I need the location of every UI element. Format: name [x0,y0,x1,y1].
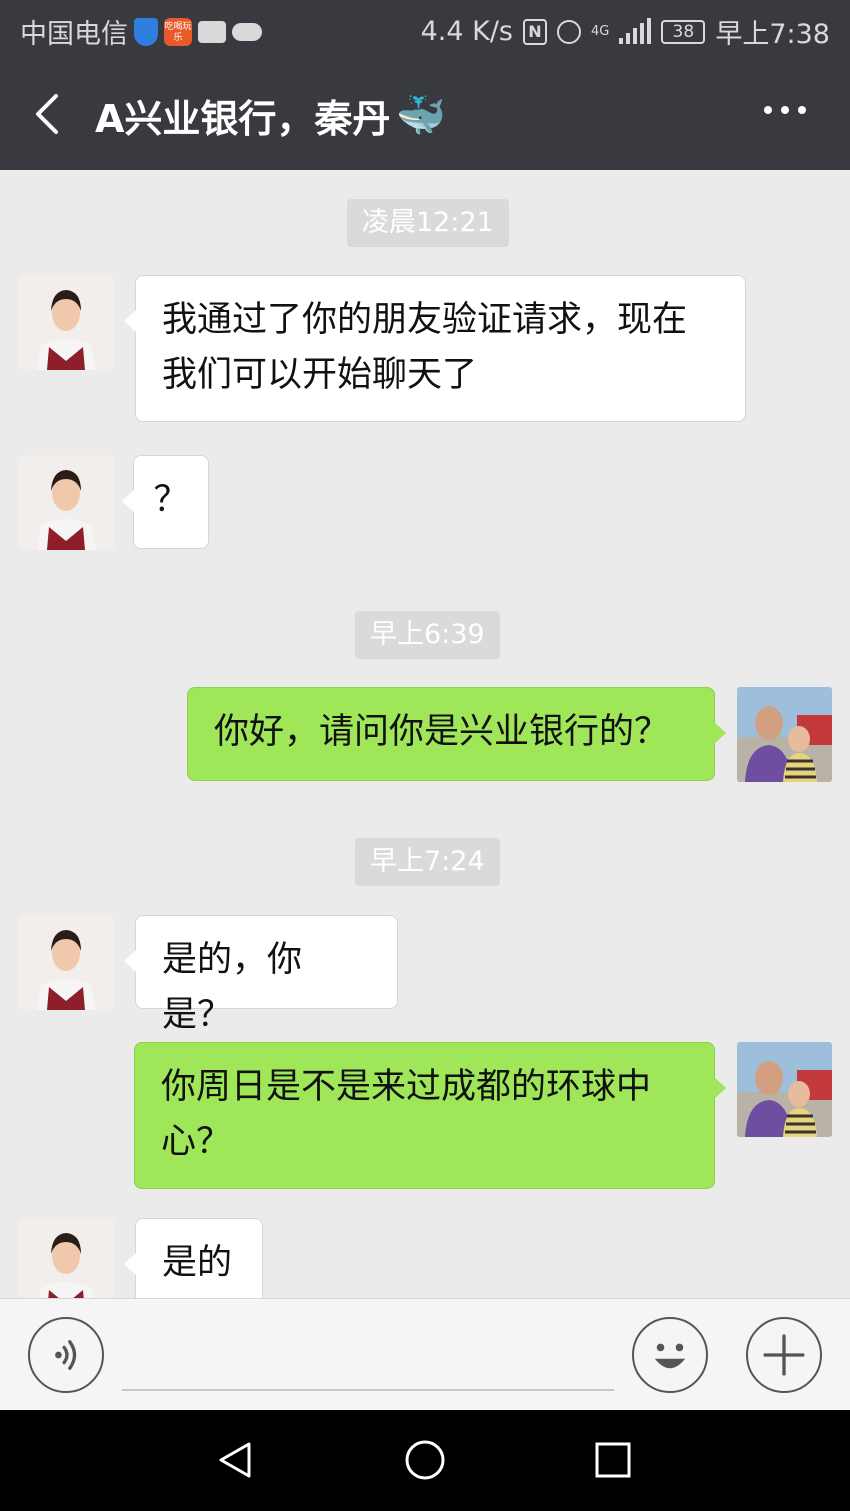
contact-avatar[interactable] [19,1218,114,1298]
shield-icon [134,17,158,46]
home-circle-icon[interactable] [404,1439,446,1481]
chevron-left-icon[interactable] [30,92,66,136]
back-triangle-icon[interactable] [215,1440,255,1480]
input-bar [0,1298,850,1410]
chat-title: A兴业银行，秦丹 🐳 [95,88,446,143]
contact-avatar[interactable] [19,915,114,1010]
clock: 早上7:38 [715,19,830,50]
status-bar: 中国电信 吃喝玩乐 4.4 K/s N 4G 38 早上7:38 [0,0,850,58]
plus-icon[interactable] [746,1317,822,1393]
message-bubble-incoming[interactable]: ？ [122,455,209,549]
recents-square-icon[interactable] [595,1442,631,1478]
network-speed: 4.4 K/s [420,16,513,47]
emoji-icon[interactable] [632,1317,708,1393]
message-bubble-incoming[interactable]: 我通过了你的朋友验证请求，现在我们可以开始聊天了 [124,275,746,422]
message-bubble-incoming[interactable]: 是的，你是？ [124,915,398,1035]
contact-avatar[interactable] [19,455,114,550]
nfc-icon: N [523,18,547,45]
battery-icon: 38 [661,19,706,44]
chat-header: A兴业银行，秦丹 🐳 [0,58,850,170]
contact-avatar[interactable] [19,275,114,370]
timestamp: 早上6:39 [355,611,500,659]
chat-title-text: A兴业银行，秦丹 [95,97,391,141]
system-nav-bar [0,1410,850,1511]
user-avatar[interactable] [737,1042,832,1137]
briefcase-icon [198,20,226,43]
cloud-icon [232,22,262,41]
more-icon[interactable] [764,106,806,114]
signal-icon [619,17,652,44]
voice-icon[interactable] [28,1317,104,1393]
carrier-label: 中国电信 [20,19,128,50]
app-icon: 吃喝玩乐 [164,17,192,46]
message-bubble-incoming[interactable]: 是的 [124,1218,263,1298]
chat-area[interactable]: 凌晨12:21 我通过了你的朋友验证请求，现在我们可以开始聊天了 ？ 早上6:3… [0,170,850,1298]
whale-icon: 🐳 [396,93,447,139]
message-input[interactable] [122,1389,614,1391]
message-bubble-outgoing[interactable]: 你周日是不是来过成都的环球中心？ [134,1042,726,1189]
alarm-icon [557,19,581,44]
network-type: 4G [591,24,610,39]
timestamp: 凌晨12:21 [347,199,509,247]
message-bubble-outgoing[interactable]: 你好，请问你是兴业银行的？ [187,687,726,781]
user-avatar[interactable] [737,687,832,782]
timestamp: 早上7:24 [355,838,500,886]
